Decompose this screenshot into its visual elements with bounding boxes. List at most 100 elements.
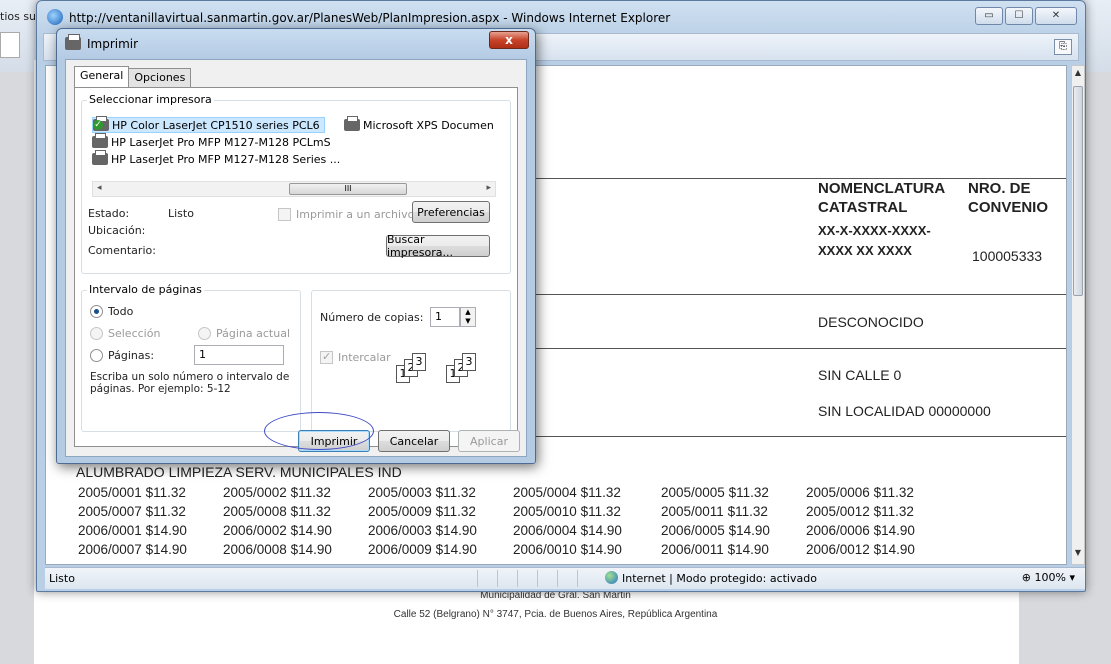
tax-cell: 2006/0011 $14.90 [661,542,769,557]
security-zone[interactable]: Internet | Modo protegido: activado [605,571,817,585]
minimize-button[interactable]: ▭ [975,7,1003,25]
page-range-group: Intervalo de páginas Todo Selección Pági… [81,283,301,432]
range-all-radio[interactable] [90,305,103,318]
tax-cell: 2006/0010 $14.90 [513,542,622,557]
range-pages-label: Páginas: [108,349,155,362]
browser-title: http://ventanillavirtual.sanmartin.gov.a… [69,11,671,25]
collate-pages-icon: 123 [446,353,476,383]
tax-cell: 2005/0006 $11.32 [806,485,914,500]
tax-cell: 2005/0008 $11.32 [223,504,331,519]
tax-cell: 2006/0002 $14.90 [223,523,332,538]
tax-cell: 2005/0010 $11.32 [513,504,621,519]
tax-cell: 2005/0001 $11.32 [78,485,186,500]
tax-cell: 2005/0007 $11.32 [78,504,186,519]
scroll-thumb[interactable] [1073,86,1083,296]
printer-item-hp-series[interactable]: HP LaserJet Pro MFP M127-M128 Series ... [92,150,340,167]
printer-name: Microsoft XPS Documen [363,118,494,132]
tab-general[interactable]: General [74,66,130,87]
copies-input[interactable]: 1 [430,307,460,327]
tax-cell: 2006/0008 $14.90 [223,542,332,557]
printer-item-xps[interactable]: Microsoft XPS Documen [344,116,494,133]
tax-cell: 2005/0009 $11.32 [368,504,476,519]
copies-spinner[interactable]: ▲ ▼ [460,307,476,327]
printer-icon [92,133,108,148]
tax-cell: 2006/0001 $14.90 [78,523,187,538]
status-value: Listo [168,207,194,220]
tax-cell: 2006/0009 $14.90 [368,542,477,557]
scroll-right-icon[interactable]: ▸ [486,183,491,193]
dialog-close-button[interactable]: x [489,31,529,49]
copies-group: Número de copias: 1 ▲▼ Intercalar 123 12… [311,290,511,432]
locality-value: SIN LOCALIDAD 00000000 [818,403,991,419]
find-printer-button[interactable]: Buscar impresora... [386,233,490,259]
copies-label: Número de copias: [320,311,424,324]
tax-cell: 2005/0003 $11.32 [368,485,476,500]
owner-value: DESCONOCIDO [818,314,924,330]
dialog-title: Imprimir [87,37,139,51]
status-bar: Listo Internet | Modo protegido: activad… [45,567,1085,589]
range-selection-radio[interactable] [90,327,103,340]
status-separators [477,570,597,587]
compatibility-view-icon[interactable]: ⎘ [1054,39,1072,55]
range-current-radio[interactable] [198,327,211,340]
street-value: SIN CALLE 0 [818,367,902,383]
printer-default-icon [93,116,109,131]
printer-icon [92,150,108,165]
background-input-fragment [0,32,20,58]
header-nomenclatura: NOMENCLATURA CATASTRAL [818,180,946,216]
tax-cell: 2005/0002 $11.32 [223,485,331,500]
range-pages-radio[interactable] [90,349,103,362]
printer-list: HP Color LaserJet CP1510 series PCL6 Mic… [92,115,496,177]
tax-grid: 2005/0001 $11.32 2005/0002 $11.32 2005/0… [78,484,951,558]
maximize-button[interactable]: ☐ [1005,7,1033,25]
scroll-left-icon[interactable]: ◂ [97,183,102,193]
tax-cell: 2006/0006 $14.90 [806,523,915,538]
tab-opciones[interactable]: Opciones [128,68,192,89]
zoom-control[interactable]: ⊕ 100% ▾ [1022,571,1075,584]
range-current-label: Página actual [216,327,290,340]
scroll-up-arrow-icon[interactable]: ▲ [1072,68,1084,82]
zoom-level: 100% [1034,571,1066,584]
printer-item-hp-pclms[interactable]: HP LaserJet Pro MFP M127-M128 PCLmS [92,133,331,150]
general-panel: Seleccionar impresora HP Color LaserJet … [74,87,518,447]
dialog-tabs: General Opciones [74,66,192,89]
print-to-file-checkbox[interactable] [278,208,291,221]
status-text: Listo [49,572,75,585]
status-label: Estado: [88,207,130,220]
page-vertical-scrollbar[interactable]: ▲ ▼ [1071,65,1085,565]
collate-checkbox[interactable] [320,350,333,364]
cancel-button[interactable]: Cancelar [378,430,450,452]
header-convenio: NRO. DE CONVENIO [968,180,1049,216]
scroll-down-arrow-icon[interactable]: ▼ [1072,548,1084,562]
tax-title: ALUMBRADO LIMPIEZA SERV. MUNICIPALES IND [76,464,402,480]
printer-list-hscrollbar[interactable]: ◂ III ▸ [92,181,496,197]
window-close-button[interactable]: ✕ [1035,7,1077,25]
pages-input[interactable]: 1 [194,345,284,365]
select-printer-group: Seleccionar impresora HP Color LaserJet … [81,93,511,274]
print-dialog: Imprimir x General Opciones Seleccionar … [56,28,536,464]
convenio-value: 100005333 [972,248,1043,264]
preferences-button[interactable]: Preferencias [412,201,490,223]
hscroll-thumb[interactable]: III [289,183,407,195]
page-range-label: Intervalo de páginas [87,283,204,296]
printer-icon [344,116,360,131]
range-selection-label: Selección [108,327,161,340]
pages-hint: Escriba un solo número o intervalo de pá… [90,371,290,395]
apply-button[interactable]: Aplicar [458,430,520,452]
printer-name: HP LaserJet Pro MFP M127-M128 PCLmS [111,135,331,149]
print-to-file-label: Imprimir a un archivo [296,208,415,221]
collate-pages-icon: 123 [396,353,426,383]
internet-explorer-icon [47,9,63,25]
tax-cell: 2006/0005 $14.90 [661,523,770,538]
dialog-body: General Opciones Seleccionar impresora H… [65,59,527,457]
highlight-ellipse [264,412,374,450]
printer-icon [65,34,81,50]
printer-name: HP Color LaserJet CP1510 series PCL6 [112,118,320,132]
select-printer-label: Seleccionar impresora [87,93,214,106]
comment-label: Comentario: [88,244,156,257]
browser-titlebar: http://ventanillavirtual.sanmartin.gov.a… [37,1,1085,29]
tax-cell: 2006/0004 $14.90 [513,523,622,538]
location-label: Ubicación: [88,224,146,237]
printer-item-hp-color[interactable]: HP Color LaserJet CP1510 series PCL6 [92,116,325,133]
range-all-label: Todo [108,305,134,318]
